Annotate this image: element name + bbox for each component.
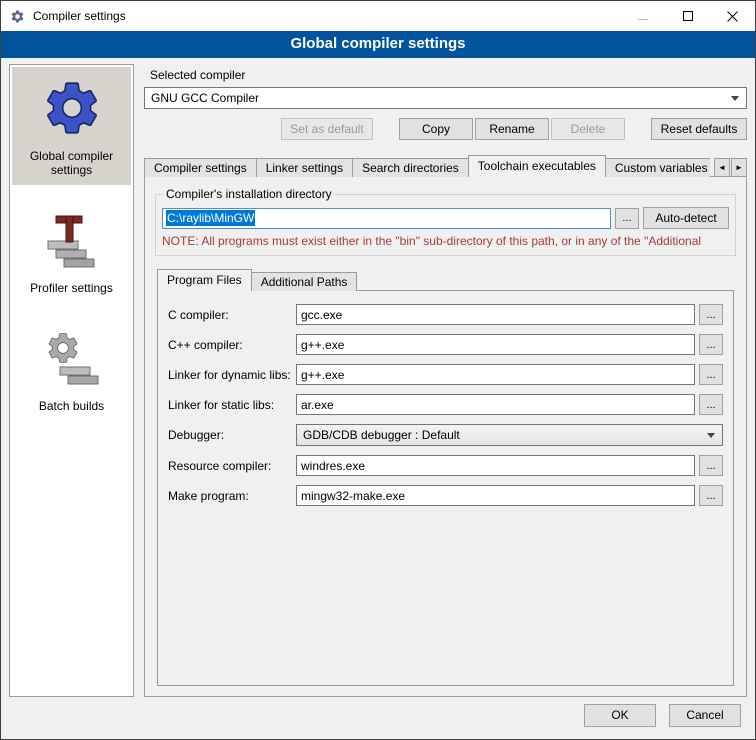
resource-compiler-input[interactable]: windres.exe	[296, 455, 695, 476]
resource-compiler-browse-button[interactable]: ...	[699, 455, 723, 476]
cpp-compiler-browse-button[interactable]: ...	[699, 334, 723, 355]
installation-directory-group: Compiler's installation directory C:\ray…	[155, 187, 736, 256]
field-label: Make program:	[168, 489, 296, 503]
tab-search-directories[interactable]: Search directories	[352, 158, 469, 177]
page-title: Global compiler settings	[1, 31, 755, 58]
ok-button[interactable]: OK	[584, 704, 656, 727]
make-program-browse-button[interactable]: ...	[699, 485, 723, 506]
sidebar-item-label: Global compiler settings	[14, 149, 129, 177]
linker-dynamic-input[interactable]: g++.exe	[296, 364, 695, 385]
field-value: ar.exe	[301, 398, 334, 412]
form-row-cpp-compiler: C++ compiler: g++.exe ...	[168, 334, 723, 355]
form-row-linker-static: Linker for static libs: ar.exe ...	[168, 394, 723, 415]
toolchain-executables-panel: Compiler's installation directory C:\ray…	[144, 176, 747, 697]
program-files-panel: C compiler: gcc.exe ... C++ compiler: g+…	[157, 290, 734, 686]
copy-button[interactable]: Copy	[399, 118, 473, 140]
tab-custom-variables[interactable]: Custom variables	[605, 158, 710, 177]
tab-scroll-left-button[interactable]: ◄	[714, 158, 730, 177]
debugger-select[interactable]: GDB/CDB debugger : Default	[296, 424, 723, 446]
tab-scroll-right-button[interactable]: ►	[731, 158, 747, 177]
settings-tab-strip: Compiler settings Linker settings Search…	[144, 155, 747, 177]
field-value: mingw32-make.exe	[301, 489, 405, 503]
cancel-button[interactable]: Cancel	[669, 704, 741, 727]
installation-note: NOTE: All programs must exist either in …	[162, 234, 729, 248]
tab-toolchain-executables[interactable]: Toolchain executables	[468, 155, 606, 177]
form-row-debugger: Debugger: GDB/CDB debugger : Default	[168, 424, 723, 446]
linker-static-input[interactable]: ar.exe	[296, 394, 695, 415]
auto-detect-button[interactable]: Auto-detect	[643, 207, 729, 229]
field-value: GDB/CDB debugger : Default	[303, 428, 460, 442]
sidebar-item-global-compiler-settings[interactable]: Global compiler settings	[12, 67, 131, 185]
rename-button[interactable]: Rename	[475, 118, 549, 140]
make-program-input[interactable]: mingw32-make.exe	[296, 485, 695, 506]
installation-directory-input[interactable]: C:\raylib\MinGW	[162, 208, 611, 229]
field-label: Linker for static libs:	[168, 398, 296, 412]
minimize-button[interactable]	[620, 1, 665, 31]
cpp-compiler-input[interactable]: g++.exe	[296, 334, 695, 355]
maximize-button[interactable]	[665, 1, 710, 31]
app-icon	[10, 8, 26, 24]
field-label: Resource compiler:	[168, 459, 296, 473]
window-title: Compiler settings	[33, 9, 126, 23]
chevron-down-icon	[707, 433, 715, 438]
installation-directory-row: C:\raylib\MinGW ... Auto-detect	[162, 207, 729, 229]
field-label: C compiler:	[168, 308, 296, 322]
tab-additional-paths[interactable]: Additional Paths	[251, 272, 358, 291]
tab-program-files[interactable]: Program Files	[157, 269, 252, 291]
window-controls	[620, 1, 755, 31]
compiler-button-row: Set as default Copy Rename Delete Reset …	[144, 118, 747, 140]
delete-button: Delete	[551, 118, 625, 140]
field-label: Linker for dynamic libs:	[168, 368, 296, 382]
title-bar: Compiler settings	[1, 1, 755, 31]
form-row-resource-compiler: Resource compiler: windres.exe ...	[168, 455, 723, 476]
tab-linker-settings[interactable]: Linker settings	[256, 158, 353, 177]
main-area: Selected compiler GNU GCC Compiler Set a…	[144, 64, 747, 697]
selected-compiler-value: GNU GCC Compiler	[151, 91, 259, 105]
installation-directory-browse-button[interactable]: ...	[615, 208, 639, 229]
dialog-footer: OK Cancel	[1, 701, 755, 739]
field-value: gcc.exe	[301, 308, 342, 322]
form-row-linker-dynamic: Linker for dynamic libs: g++.exe ...	[168, 364, 723, 385]
tabs-clip: Compiler settings Linker settings Search…	[144, 155, 710, 177]
chevron-down-icon	[731, 96, 739, 101]
field-value: windres.exe	[301, 459, 365, 473]
gear-icon	[41, 77, 103, 142]
field-label: Debugger:	[168, 428, 296, 442]
c-compiler-input[interactable]: gcc.exe	[296, 304, 695, 325]
dialog-content: Global compiler settings Profiler settin…	[1, 58, 755, 701]
form-row-c-compiler: C compiler: gcc.exe ...	[168, 304, 723, 325]
compiler-settings-dialog: Compiler settings Global compiler settin…	[0, 0, 756, 740]
selected-compiler-dropdown[interactable]: GNU GCC Compiler	[144, 87, 747, 109]
sidebar-item-label: Profiler settings	[30, 281, 113, 295]
settings-sidebar: Global compiler settings Profiler settin…	[9, 64, 134, 697]
batch-gear-icon	[42, 329, 102, 392]
sidebar-item-profiler-settings[interactable]: Profiler settings	[12, 201, 131, 303]
field-value: g++.exe	[301, 338, 344, 352]
field-value: g++.exe	[301, 368, 344, 382]
reset-defaults-button[interactable]: Reset defaults	[651, 118, 747, 140]
selected-compiler-caption: Selected compiler	[150, 68, 747, 82]
linker-dynamic-browse-button[interactable]: ...	[699, 364, 723, 385]
linker-static-browse-button[interactable]: ...	[699, 394, 723, 415]
tab-scroll-controls: ◄ ►	[714, 158, 747, 177]
program-files-tab-strip: Program Files Additional Paths	[153, 269, 738, 291]
field-label: C++ compiler:	[168, 338, 296, 352]
installation-directory-legend: Compiler's installation directory	[162, 187, 336, 201]
form-row-make-program: Make program: mingw32-make.exe ...	[168, 485, 723, 506]
sidebar-item-batch-builds[interactable]: Batch builds	[12, 319, 131, 421]
profiler-tool-icon	[42, 211, 102, 274]
tab-compiler-settings[interactable]: Compiler settings	[144, 158, 257, 177]
installation-directory-selected-text: C:\raylib\MinGW	[166, 210, 255, 226]
c-compiler-browse-button[interactable]: ...	[699, 304, 723, 325]
set-as-default-button: Set as default	[281, 118, 373, 140]
close-button[interactable]	[710, 1, 755, 31]
sidebar-item-label: Batch builds	[39, 399, 104, 413]
